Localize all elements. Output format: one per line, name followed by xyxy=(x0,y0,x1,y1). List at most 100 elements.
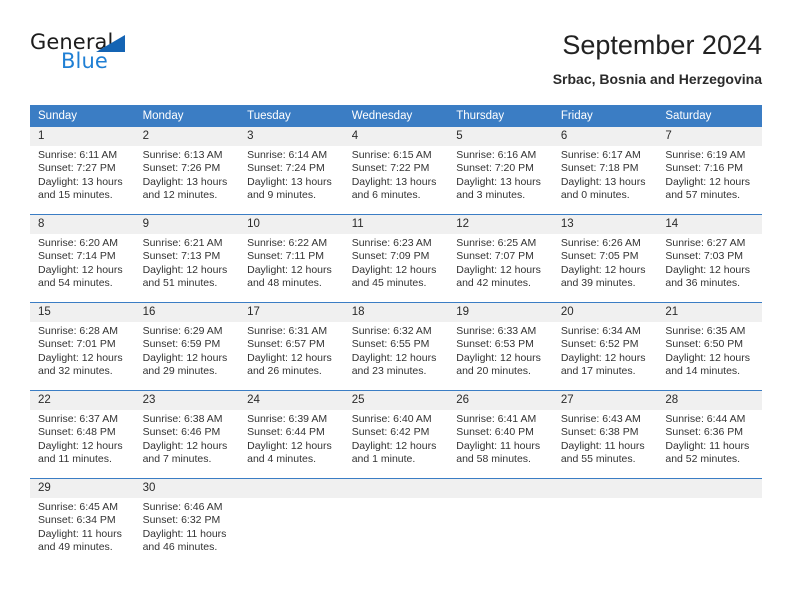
day-cell[interactable]: Sunrise: 6:39 AM Sunset: 6:44 PM Daylight:… xyxy=(239,410,344,478)
day-cell[interactable]: Sunrise: 6:43 AM Sunset: 6:38 PM Daylight:… xyxy=(552,410,658,478)
day-number-cell[interactable]: 9 xyxy=(134,215,240,234)
sunrise-text: Sunrise: 6:45 AM xyxy=(38,501,118,513)
day-number-cell[interactable]: 12 xyxy=(448,215,553,234)
day-number-cell[interactable]: 23 xyxy=(134,391,240,410)
sunset-text: Sunset: 6:52 PM xyxy=(560,338,639,351)
day-cell[interactable]: Sunrise: 6:45 AM Sunset: 6:34 PM Daylight:… xyxy=(30,498,135,566)
day-number-cell[interactable]: 2 xyxy=(134,127,240,146)
day-cell[interactable]: Sunrise: 6:11 AM Sunset: 7:27 PM Daylight:… xyxy=(30,146,135,214)
day-cell[interactable]: Sunrise: 6:25 AM Sunset: 7:07 PM Daylight:… xyxy=(448,234,553,302)
sunrise-text: Sunrise: 6:17 AM xyxy=(560,149,641,161)
calendar-page: General Blue September 2024 Srbac, Bosni… xyxy=(0,0,792,612)
sunrise-text: Sunrise: 6:21 AM xyxy=(142,237,223,249)
day-number-cell[interactable]: 24 xyxy=(239,391,344,410)
sunset-text: Sunset: 6:55 PM xyxy=(351,338,430,351)
sunset-text: Sunset: 6:53 PM xyxy=(456,338,534,351)
day-cell[interactable]: Sunrise: 6:28 AM Sunset: 7:01 PM Daylight:… xyxy=(30,322,135,390)
sunrise-text: Sunrise: 6:29 AM xyxy=(142,325,223,337)
day-cell[interactable]: Sunrise: 6:29 AM Sunset: 6:59 PM Daylight:… xyxy=(134,322,240,390)
day-cell[interactable]: Sunrise: 6:46 AM Sunset: 6:32 PM Daylight:… xyxy=(134,498,240,566)
page-subtitle: Srbac, Bosnia and Herzegovina xyxy=(552,71,762,87)
day-number-cell[interactable]: 27 xyxy=(552,391,658,410)
sunset-text: Sunset: 6:38 PM xyxy=(560,426,639,439)
week-info-row: Sunrise: 6:11 AM Sunset: 7:27 PM Daylight:… xyxy=(30,146,762,214)
day-cell[interactable]: Sunrise: 6:16 AM Sunset: 7:20 PM Daylight:… xyxy=(448,146,553,214)
daylight-text: Daylight: 12 hours and 57 minutes. xyxy=(665,175,751,201)
day-cell[interactable]: Sunrise: 6:37 AM Sunset: 6:48 PM Daylight:… xyxy=(30,410,135,478)
day-number-cell[interactable]: 8 xyxy=(30,215,135,234)
day-cell[interactable]: Sunrise: 6:21 AM Sunset: 7:13 PM Daylight:… xyxy=(134,234,240,302)
day-number-cell[interactable]: 10 xyxy=(239,215,344,234)
day-cell[interactable]: Sunrise: 6:14 AM Sunset: 7:24 PM Daylight:… xyxy=(239,146,344,214)
sunrise-text: Sunrise: 6:38 AM xyxy=(142,413,223,425)
daylight-text: Daylight: 13 hours and 15 minutes. xyxy=(38,175,123,201)
daylight-text: Daylight: 12 hours and 26 minutes. xyxy=(247,351,332,377)
day-number-cell[interactable]: 21 xyxy=(657,303,762,322)
day-cell-empty xyxy=(657,498,762,566)
day-number-cell[interactable]: 26 xyxy=(448,391,553,410)
day-cell[interactable]: Sunrise: 6:26 AM Sunset: 7:05 PM Daylight:… xyxy=(552,234,658,302)
weekday-header-monday: Monday xyxy=(134,105,240,127)
day-number-cell[interactable]: 30 xyxy=(134,479,240,498)
day-number-cell-empty xyxy=(343,479,449,498)
day-cell[interactable]: Sunrise: 6:44 AM Sunset: 6:36 PM Daylight:… xyxy=(657,410,762,478)
sunrise-text: Sunrise: 6:22 AM xyxy=(247,237,328,249)
day-number-cell[interactable]: 7 xyxy=(657,127,762,146)
general-blue-logo[interactable]: General Blue xyxy=(30,30,210,84)
page-header: General Blue September 2024 Srbac, Bosni… xyxy=(30,28,762,94)
day-number-cell[interactable]: 17 xyxy=(239,303,344,322)
sunset-text: Sunset: 7:20 PM xyxy=(456,162,534,175)
day-cell[interactable]: Sunrise: 6:22 AM Sunset: 7:11 PM Daylight:… xyxy=(239,234,344,302)
weekday-header-row: Sunday Monday Tuesday Wednesday Thursday… xyxy=(30,105,762,127)
day-number-cell[interactable]: 15 xyxy=(30,303,135,322)
day-cell-empty xyxy=(343,498,449,566)
day-cell[interactable]: Sunrise: 6:41 AM Sunset: 6:40 PM Daylight:… xyxy=(448,410,553,478)
calendar-body: 1 2 3 4 5 6 7 Sunrise: 6:11 AM Sunset: 7:27 PM Da… xyxy=(30,127,762,566)
day-cell[interactable]: Sunrise: 6:33 AM Sunset: 6:53 PM Daylight:… xyxy=(448,322,553,390)
day-cell[interactable]: Sunrise: 6:38 AM Sunset: 6:46 PM Daylight:… xyxy=(134,410,240,478)
day-number-cell[interactable]: 14 xyxy=(657,215,762,234)
daylight-text: Daylight: 12 hours and 1 minute. xyxy=(351,439,437,465)
day-number-cell[interactable]: 4 xyxy=(343,127,449,146)
day-number-cell[interactable]: 25 xyxy=(343,391,449,410)
day-number-cell[interactable]: 19 xyxy=(448,303,553,322)
day-cell[interactable]: Sunrise: 6:13 AM Sunset: 7:26 PM Daylight:… xyxy=(134,146,240,214)
day-cell[interactable]: Sunrise: 6:27 AM Sunset: 7:03 PM Daylight:… xyxy=(657,234,762,302)
day-number-cell[interactable]: 18 xyxy=(343,303,449,322)
weekday-header-sunday: Sunday xyxy=(30,105,135,127)
day-number-cell[interactable]: 3 xyxy=(239,127,344,146)
weekday-header-thursday: Thursday xyxy=(448,105,553,127)
day-cell[interactable]: Sunrise: 6:19 AM Sunset: 7:16 PM Daylight:… xyxy=(657,146,762,214)
sunset-text: Sunset: 7:14 PM xyxy=(38,250,116,263)
daylight-text: Daylight: 11 hours and 55 minutes. xyxy=(560,439,645,465)
day-cell[interactable]: Sunrise: 6:31 AM Sunset: 6:57 PM Daylight:… xyxy=(239,322,344,390)
day-cell[interactable]: Sunrise: 6:17 AM Sunset: 7:18 PM Daylight:… xyxy=(552,146,658,214)
day-cell[interactable]: Sunrise: 6:32 AM Sunset: 6:55 PM Daylight:… xyxy=(343,322,449,390)
sunrise-text: Sunrise: 6:14 AM xyxy=(247,149,328,161)
day-cell[interactable]: Sunrise: 6:23 AM Sunset: 7:09 PM Daylight:… xyxy=(343,234,449,302)
day-cell[interactable]: Sunrise: 6:40 AM Sunset: 6:42 PM Daylight:… xyxy=(343,410,449,478)
day-number-cell[interactable]: 1 xyxy=(30,127,135,146)
daylight-text: Daylight: 13 hours and 12 minutes. xyxy=(142,175,228,201)
day-number-cell[interactable]: 13 xyxy=(552,215,658,234)
day-number-cell[interactable]: 6 xyxy=(552,127,658,146)
day-number-cell[interactable]: 16 xyxy=(134,303,240,322)
day-number-cell[interactable]: 22 xyxy=(30,391,135,410)
day-cell[interactable]: Sunrise: 6:20 AM Sunset: 7:14 PM Daylight:… xyxy=(30,234,135,302)
day-cell[interactable]: Sunrise: 6:15 AM Sunset: 7:22 PM Daylight:… xyxy=(343,146,449,214)
sunset-text: Sunset: 7:26 PM xyxy=(142,162,221,175)
day-cell[interactable]: Sunrise: 6:34 AM Sunset: 6:52 PM Daylight:… xyxy=(552,322,658,390)
sunset-text: Sunset: 6:57 PM xyxy=(247,338,325,351)
day-number-cell[interactable]: 20 xyxy=(552,303,658,322)
daylight-text: Daylight: 12 hours and 32 minutes. xyxy=(38,351,123,377)
day-number-cell[interactable]: 29 xyxy=(30,479,135,498)
day-number-cell[interactable]: 28 xyxy=(657,391,762,410)
sunset-text: Sunset: 7:27 PM xyxy=(38,162,116,175)
day-cell[interactable]: Sunrise: 6:35 AM Sunset: 6:50 PM Daylight:… xyxy=(657,322,762,390)
sunrise-text: Sunrise: 6:13 AM xyxy=(142,149,223,161)
sunset-text: Sunset: 7:22 PM xyxy=(351,162,430,175)
day-number-cell[interactable]: 5 xyxy=(448,127,553,146)
day-number-cell[interactable]: 11 xyxy=(343,215,449,234)
daylight-text: Daylight: 13 hours and 6 minutes. xyxy=(351,175,437,201)
sunset-text: Sunset: 6:46 PM xyxy=(142,426,221,439)
